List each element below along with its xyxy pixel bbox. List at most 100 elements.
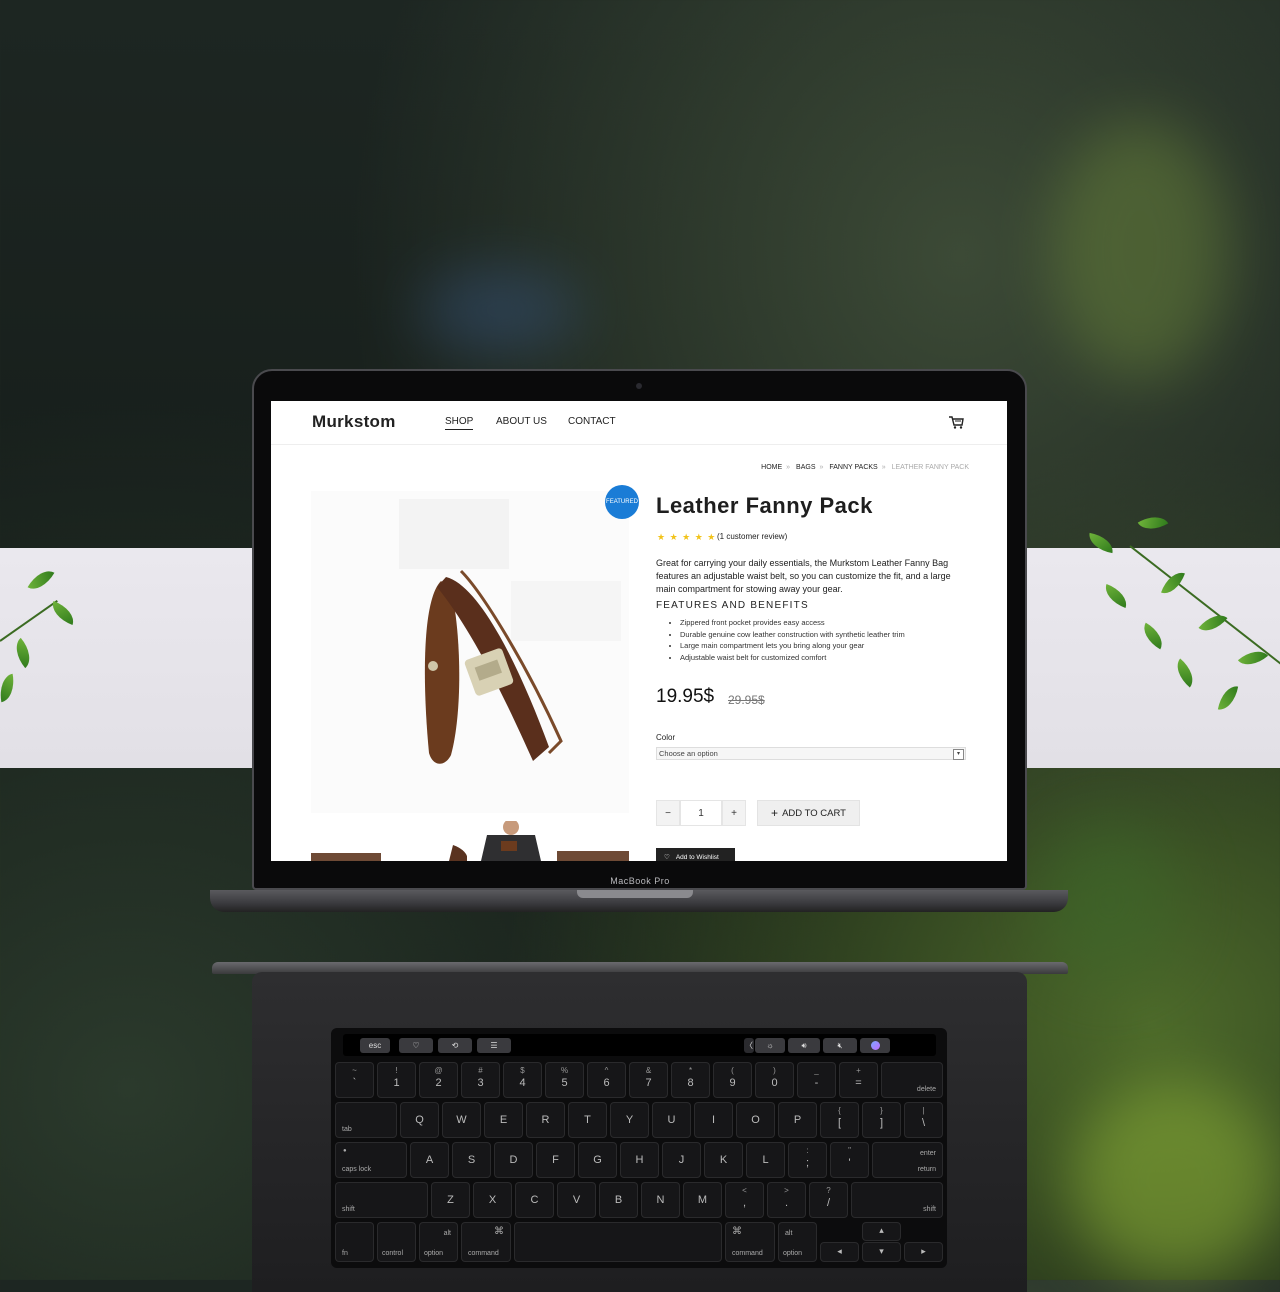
key-6[interactable]: ^ 6 (587, 1062, 626, 1098)
key-quote[interactable]: " ' (830, 1142, 869, 1178)
chevron-left-icon[interactable]: 〈 (744, 1038, 754, 1053)
key-arrow-right[interactable]: ▸ (904, 1242, 943, 1262)
key-f[interactable]: F (536, 1142, 575, 1178)
add-to-wishlist-button[interactable]: ♡ Add to Wishlist (656, 848, 735, 861)
key-p[interactable]: P (778, 1102, 817, 1138)
key-slash[interactable]: ? / (809, 1182, 848, 1218)
nav-about-us[interactable]: ABOUT US (496, 416, 547, 427)
key-shift-left[interactable]: shift (335, 1182, 428, 1218)
features-list: Zippered front pocket provides easy acce… (656, 617, 905, 663)
rotate-icon[interactable]: ⟲ (438, 1038, 472, 1053)
key-b[interactable]: B (599, 1182, 638, 1218)
thumbnail-1[interactable] (311, 821, 383, 861)
key-left-bracket[interactable]: {[ (820, 1102, 859, 1138)
sliders-icon[interactable]: ☰ (477, 1038, 511, 1053)
key-command-left[interactable]: ⌘ command (461, 1222, 511, 1262)
key-option-right[interactable]: alt option (778, 1222, 817, 1262)
features-heading: FEATURES AND BENEFITS (656, 600, 809, 611)
thumbnail-4[interactable] (557, 821, 629, 861)
key-tab[interactable]: tab (335, 1102, 397, 1138)
review-link[interactable]: (1 customer review) (717, 532, 787, 541)
product-description: Great for carrying your daily essentials… (656, 558, 951, 594)
key-equals[interactable]: + = (839, 1062, 878, 1098)
volume-icon[interactable]: 🔊︎ (788, 1038, 820, 1053)
site-header: Murkstom SHOP ABOUT US CONTACT (271, 401, 1007, 445)
key-control[interactable]: control (377, 1222, 416, 1262)
quantity-input[interactable]: 1 (680, 800, 722, 826)
siri-icon[interactable] (860, 1038, 890, 1053)
key-s[interactable]: S (452, 1142, 491, 1178)
key-caps-lock[interactable]: ● caps lock (335, 1142, 407, 1178)
key-j[interactable]: J (662, 1142, 701, 1178)
chevron-down-icon: ▾ (953, 749, 964, 760)
key-backtick[interactable]: ~ ` (335, 1062, 374, 1098)
key-semicolon[interactable]: :; (788, 1142, 827, 1178)
mute-icon[interactable]: 🔇︎ (823, 1038, 857, 1053)
key-command-right[interactable]: ⌘ command (725, 1222, 775, 1262)
key-period[interactable]: >. (767, 1182, 806, 1218)
breadcrumb-home[interactable]: HOME (761, 464, 782, 471)
key-8[interactable]: * 8 (671, 1062, 710, 1098)
key-d[interactable]: D (494, 1142, 533, 1178)
key-arrow-down[interactable]: ▾ (862, 1242, 901, 1262)
key-g[interactable]: G (578, 1142, 617, 1178)
key-x[interactable]: X (473, 1182, 512, 1218)
site-logo[interactable]: Murkstom (312, 412, 396, 432)
key-arrow-up[interactable]: ▴ (862, 1222, 901, 1241)
nav-contact[interactable]: CONTACT (568, 416, 616, 427)
key-4[interactable]: $4 (503, 1062, 542, 1098)
key-fn[interactable]: fn (335, 1222, 374, 1262)
breadcrumb-bags[interactable]: BAGS (796, 464, 815, 471)
device-brand-label: MacBook Pro (610, 876, 670, 886)
key-right-bracket[interactable]: }] (862, 1102, 901, 1138)
key-0[interactable]: ) 0 (755, 1062, 794, 1098)
key-comma[interactable]: <, (725, 1182, 764, 1218)
key-v[interactable]: V (557, 1182, 596, 1218)
thumbnail-3[interactable] (475, 821, 547, 861)
quantity-increase-button[interactable]: + (722, 800, 746, 826)
cart-icon[interactable] (948, 415, 964, 429)
laptop-screen: Murkstom SHOP ABOUT US CONTACT HOME» BAG… (271, 401, 1007, 861)
key-t[interactable]: T (568, 1102, 607, 1138)
key-3[interactable]: #3 (461, 1062, 500, 1098)
key-2[interactable]: @2 (419, 1062, 458, 1098)
key-e[interactable]: E (484, 1102, 523, 1138)
key-u[interactable]: U (652, 1102, 691, 1138)
key-k[interactable]: K (704, 1142, 743, 1178)
key-z[interactable]: Z (431, 1182, 470, 1218)
key-q[interactable]: Q (400, 1102, 439, 1138)
key-n[interactable]: N (641, 1182, 680, 1218)
key-7[interactable]: & 7 (629, 1062, 668, 1098)
key-option-left[interactable]: alt option (419, 1222, 458, 1262)
key-r[interactable]: R (526, 1102, 565, 1138)
key-arrow-left[interactable]: ◂ (820, 1242, 859, 1262)
key-9[interactable]: (9 (713, 1062, 752, 1098)
color-select[interactable]: Choose an option ▾ (656, 747, 966, 760)
key-m[interactable]: M (683, 1182, 722, 1218)
heart-icon[interactable]: ♡ (399, 1038, 433, 1053)
key-l[interactable]: L (746, 1142, 785, 1178)
key-space[interactable] (514, 1222, 722, 1262)
key-shift-right[interactable]: shift (851, 1182, 943, 1218)
brightness-icon[interactable]: ☼ (755, 1038, 785, 1053)
key-c[interactable]: C (515, 1182, 554, 1218)
key-y[interactable]: Y (610, 1102, 649, 1138)
key-i[interactable]: I (694, 1102, 733, 1138)
key-backslash[interactable]: | \ (904, 1102, 943, 1138)
key-w[interactable]: W (442, 1102, 481, 1138)
breadcrumb-fanny-packs[interactable]: FANNY PACKS (829, 464, 877, 471)
key-o[interactable]: O (736, 1102, 775, 1138)
product-main-image[interactable] (311, 491, 629, 813)
thumbnail-2[interactable] (395, 821, 467, 861)
key-5[interactable]: % 5 (545, 1062, 584, 1098)
key-h[interactable]: H (620, 1142, 659, 1178)
add-to-cart-button[interactable]: + ADD TO CART (757, 800, 860, 826)
nav-shop[interactable]: SHOP (445, 416, 474, 430)
key-minus[interactable]: _ - (797, 1062, 836, 1098)
key-1[interactable]: ! 1 (377, 1062, 416, 1098)
key-delete[interactable]: delete (881, 1062, 943, 1098)
key-a[interactable]: A (410, 1142, 449, 1178)
esc-key[interactable]: esc (360, 1038, 390, 1053)
quantity-decrease-button[interactable]: − (656, 800, 680, 826)
key-return[interactable]: enter return (872, 1142, 943, 1178)
